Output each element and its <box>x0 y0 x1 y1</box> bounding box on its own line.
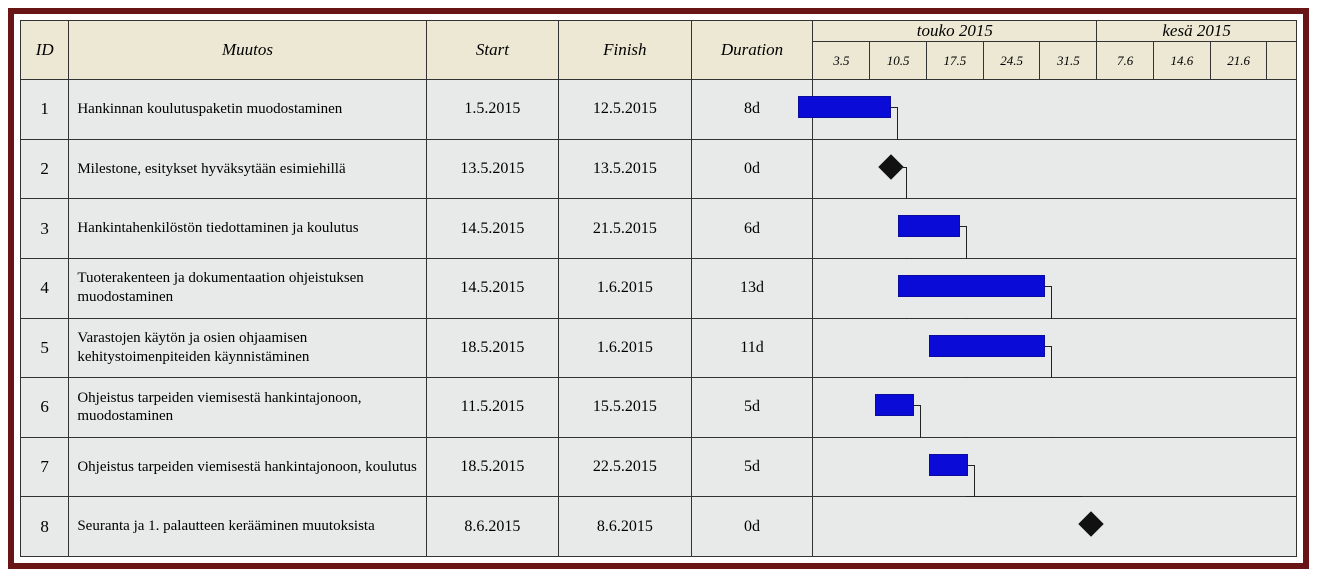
cell-duration: 13d <box>691 258 813 318</box>
cell-finish: 1.6.2015 <box>559 318 691 378</box>
cell-start: 18.5.2015 <box>426 318 558 378</box>
gantt-bar <box>798 96 891 118</box>
gantt-row <box>813 199 1297 259</box>
cell-id: 8 <box>21 497 69 557</box>
cell-muutos: Varastojen käytön ja osien ohjaamisen ke… <box>69 318 426 378</box>
tick: 14.6 <box>1153 42 1210 80</box>
tick: 3.5 <box>813 42 870 80</box>
cell-duration: 8d <box>691 80 813 140</box>
cell-finish: 15.5.2015 <box>559 378 691 438</box>
cell-duration: 5d <box>691 378 813 438</box>
cell-id: 3 <box>21 199 69 259</box>
cell-start: 14.5.2015 <box>426 199 558 259</box>
cell-id: 4 <box>21 258 69 318</box>
col-start: Start <box>426 21 558 80</box>
cell-finish: 8.6.2015 <box>559 497 691 557</box>
tick: 21.6 <box>1210 42 1267 80</box>
gantt-row <box>813 80 1297 140</box>
cell-muutos: Tuoterakenteen ja dokumentaation ohjeist… <box>69 258 426 318</box>
gantt-row <box>813 437 1297 497</box>
cell-muutos: Seuranta ja 1. palautteen keräämine​n mu… <box>69 497 426 557</box>
cell-duration: 0d <box>691 497 813 557</box>
milestone-icon <box>1078 512 1103 537</box>
cell-id: 6 <box>21 378 69 438</box>
gantt-row <box>813 139 1297 199</box>
tick: 24.5 <box>983 42 1040 80</box>
cell-muutos: Ohjeistus tarpeiden viemisestä hankintaj… <box>69 378 426 438</box>
month-header-1: kesä 2015 <box>1097 21 1297 42</box>
col-muutos: Muutos <box>69 21 426 80</box>
cell-duration: 5d <box>691 437 813 497</box>
gantt-bar <box>898 215 960 237</box>
cell-muutos: Ohjeistus tarpeiden viemisestä hankintaj… <box>69 437 426 497</box>
cell-start: 14.5.2015 <box>426 258 558 318</box>
gantt-bar <box>929 454 968 476</box>
cell-start: 1.5.2015 <box>426 80 558 140</box>
gantt-table: ID Muutos Start Finish Duration touko 20… <box>20 20 1297 557</box>
col-id: ID <box>21 21 69 80</box>
tick: 10.5 <box>870 42 927 80</box>
cell-start: 8.6.2015 <box>426 497 558 557</box>
tick: 31.5 <box>1040 42 1097 80</box>
cell-id: 1 <box>21 80 69 140</box>
gantt-row <box>813 497 1297 557</box>
gantt-bar <box>875 394 914 416</box>
gantt-bar <box>929 335 1045 357</box>
gantt-frame: ID Muutos Start Finish Duration touko 20… <box>8 8 1309 569</box>
cell-start: 18.5.2015 <box>426 437 558 497</box>
gantt-row <box>813 378 1297 438</box>
gantt-row <box>813 258 1297 318</box>
cell-duration: 6d <box>691 199 813 259</box>
gantt-row <box>813 318 1297 378</box>
cell-finish: 22.5.2015 <box>559 437 691 497</box>
col-finish: Finish <box>559 21 691 80</box>
cell-start: 11.5.2015 <box>426 378 558 438</box>
gantt-bar <box>898 275 1045 297</box>
cell-start: 13.5.2015 <box>426 139 558 199</box>
cell-id: 2 <box>21 139 69 199</box>
cell-muutos: Hankinnan koulutuspaketin muodostaminen <box>69 80 426 140</box>
cell-muutos: Hankintahenkilöstön tiedottaminen ja kou… <box>69 199 426 259</box>
tick: 17.5 <box>926 42 983 80</box>
cell-id: 7 <box>21 437 69 497</box>
tick <box>1267 42 1297 80</box>
cell-duration: 0d <box>691 139 813 199</box>
cell-id: 5 <box>21 318 69 378</box>
col-duration: Duration <box>691 21 813 80</box>
cell-finish: 12.5.2015 <box>559 80 691 140</box>
cell-finish: 21.5.2015 <box>559 199 691 259</box>
tick: 7.6 <box>1097 42 1154 80</box>
cell-finish: 13.5.2015 <box>559 139 691 199</box>
cell-muutos: Milestone, esitykset hyväksytään esimieh… <box>69 139 426 199</box>
cell-duration: 11d <box>691 318 813 378</box>
month-header-0: touko 2015 <box>813 21 1097 42</box>
cell-finish: 1.6.2015 <box>559 258 691 318</box>
